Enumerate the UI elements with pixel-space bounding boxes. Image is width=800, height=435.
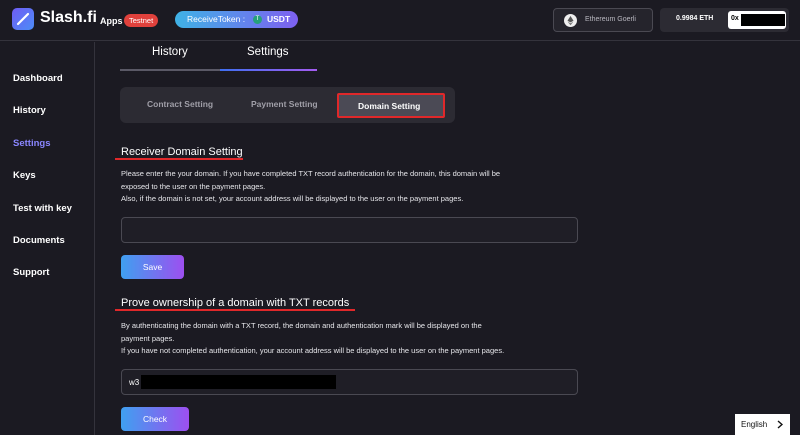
receiver-domain-heading: Receiver Domain Setting	[121, 146, 243, 158]
txt-record-redaction	[141, 375, 336, 389]
language-label: English	[741, 420, 768, 429]
sidebar-item-keys[interactable]: Keys	[13, 170, 36, 181]
segment-payment-setting[interactable]: Payment Setting	[251, 99, 318, 109]
language-selector[interactable]: English	[735, 414, 790, 435]
active-tab-indicator	[220, 69, 317, 71]
txt-desc-line: payment pages.	[121, 333, 175, 343]
txt-record-value: w3	[129, 378, 140, 387]
tab-settings[interactable]: Settings	[247, 46, 289, 58]
apps-label: Apps	[100, 16, 123, 26]
txt-records-heading: Prove ownership of a domain with TXT rec…	[121, 297, 350, 309]
sidebar-item-dashboard[interactable]: Dashboard	[13, 73, 63, 84]
sidebar-item-support[interactable]: Support	[13, 267, 49, 278]
sidebar-item-settings[interactable]: Settings	[13, 138, 50, 149]
receive-token-pill[interactable]: ReceiveToken : T USDT	[175, 11, 298, 28]
receiver-domain-description: Please enter the your domain. If you hav…	[121, 168, 591, 206]
segment-domain-setting-label: Domain Setting	[358, 101, 421, 111]
network-label: Ethereum Goerli	[585, 16, 636, 23]
slashfi-logo-icon[interactable]	[12, 8, 34, 30]
top-bar: Slash.fi Apps Testnet ReceiveToken : T U…	[0, 0, 800, 41]
sidebar-item-documents[interactable]: Documents	[13, 235, 65, 246]
testnet-badge: Testnet	[124, 14, 159, 27]
receive-token-symbol: USDT	[267, 14, 291, 24]
save-button[interactable]: Save	[121, 255, 184, 279]
receiver-desc-line: exposed to the user on the payment pages…	[121, 181, 266, 191]
txt-desc-line: By authenticating the domain with a TXT …	[121, 321, 482, 330]
eth-balance: 0.9984 ETH	[676, 15, 714, 22]
wallet-address[interactable]: 0x	[728, 11, 786, 29]
address-redaction	[741, 14, 785, 26]
segment-domain-setting[interactable]: Domain Setting	[337, 93, 445, 118]
receiver-domain-underline	[115, 158, 243, 160]
receive-token-label: ReceiveToken :	[187, 14, 246, 24]
sidebar-item-test-with-key[interactable]: Test with key	[13, 203, 72, 214]
txt-desc-line: If you have not completed authentication…	[121, 346, 505, 355]
receiver-desc-line: Please enter the your domain. If you hav…	[121, 169, 501, 178]
sidebar-item-history[interactable]: History	[13, 105, 46, 116]
segment-contract-setting[interactable]: Contract Setting	[147, 99, 213, 109]
receiver-desc-line: Also, if the domain is not set, your acc…	[121, 194, 464, 203]
address-prefix: 0x	[731, 15, 739, 22]
account-widget[interactable]: 0.9984 ETH 0x	[660, 8, 789, 32]
domain-input[interactable]	[121, 217, 578, 243]
sidebar: Dashboard History Settings Keys Test wit…	[0, 42, 95, 435]
chevron-right-icon	[777, 420, 783, 429]
check-button[interactable]: Check	[121, 407, 189, 431]
network-selector[interactable]: Ethereum Goerli	[553, 8, 653, 32]
txt-records-underline	[115, 309, 355, 311]
txt-record-input[interactable]: w3	[121, 369, 578, 395]
ethereum-icon	[564, 14, 577, 27]
txt-records-description: By authenticating the domain with a TXT …	[121, 320, 591, 358]
tab-history[interactable]: History	[152, 46, 188, 58]
tab-underline	[120, 69, 220, 71]
brand-name[interactable]: Slash.fi	[40, 9, 97, 27]
tether-icon: T	[253, 15, 262, 24]
